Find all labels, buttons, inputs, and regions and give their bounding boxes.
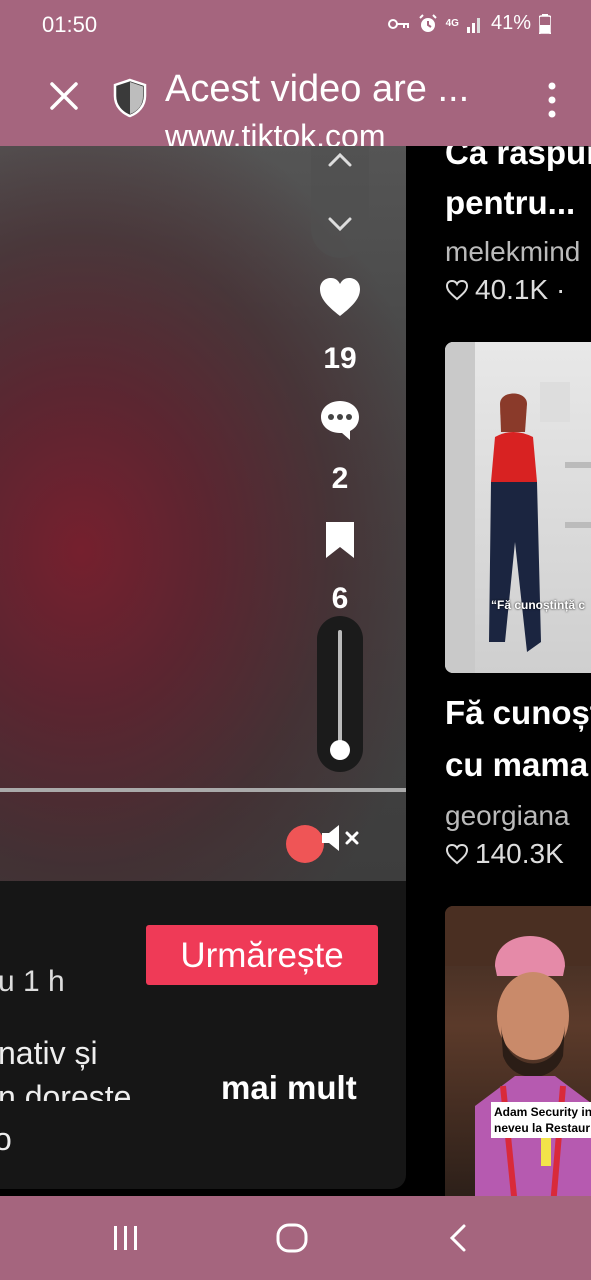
browser-app-bar: Acest video are ... www.tiktok.com [0, 50, 591, 146]
comment-icon [321, 401, 359, 440]
related-thumbnail[interactable]: “Fă cunoștință c [445, 342, 591, 673]
page-title: Acest video are ... [165, 68, 470, 110]
status-icons: 4G 41% [387, 12, 551, 35]
description-line: nativ și [0, 1035, 98, 1071]
close-icon[interactable] [46, 78, 82, 114]
description-line: n doreste [0, 1079, 132, 1101]
post-time: u 1 h [0, 965, 65, 998]
battery-icon [539, 13, 551, 34]
key-icon [387, 18, 409, 29]
related-thumbnail[interactable]: Adam Security in neveu la Restaur [445, 906, 591, 1196]
status-time: 01:50 [42, 12, 98, 37]
related-title[interactable]: Ca raspun [445, 146, 591, 172]
like-button[interactable] [310, 276, 370, 323]
related-username[interactable]: georgiana [445, 800, 570, 832]
bookmark-icon [326, 522, 354, 558]
related-username[interactable]: melekmind [445, 236, 580, 268]
related-title[interactable]: pentru... [445, 184, 575, 222]
thumbnail-caption: Adam Security in neveu la Restaur [491, 1102, 591, 1138]
description-line: o [0, 1121, 12, 1157]
save-count: 6 [331, 582, 349, 615]
system-nav-bar [0, 1196, 591, 1280]
like-count: 19 [323, 342, 357, 375]
record-indicator [286, 825, 324, 863]
back-icon[interactable] [442, 1222, 472, 1254]
muted-speaker-icon[interactable] [320, 822, 364, 854]
heart-outline-icon [445, 279, 469, 301]
shield-icon[interactable] [112, 78, 148, 118]
recent-apps-icon[interactable] [110, 1222, 142, 1254]
related-likes: 140.3K [445, 838, 564, 870]
home-icon[interactable] [275, 1222, 309, 1254]
alarm-icon [418, 13, 437, 32]
status-bar: 01:50 4G 41% [0, 0, 591, 50]
video-nav-pill [311, 146, 369, 258]
video-info-panel: Urmărește u 1 h nativ și n doreste o mai… [0, 881, 406, 1189]
page-url: www.tiktok.com [165, 118, 386, 146]
volume-track [338, 630, 342, 748]
volume-slider[interactable] [317, 616, 363, 772]
battery-percent: 41% [490, 12, 531, 34]
more-link[interactable]: mai mult [221, 1069, 357, 1107]
comment-button[interactable] [310, 398, 370, 447]
chevron-up-icon[interactable] [326, 150, 354, 170]
volume-knob[interactable] [330, 740, 350, 760]
save-button[interactable] [310, 520, 370, 565]
related-videos-column: Ca raspun pentru... melekmind 40.1K · “F… [445, 146, 591, 1196]
signal-icon [466, 17, 480, 33]
heart-icon [320, 278, 360, 316]
related-title[interactable]: cu mama [445, 746, 588, 784]
thumbnail-caption: “Fă cunoștință c [491, 598, 586, 612]
video-player[interactable]: 19 2 6 [0, 146, 406, 881]
man-figure [445, 906, 591, 1196]
video-progress-bar[interactable] [0, 788, 406, 792]
related-title[interactable]: Fă cunoșt [445, 694, 591, 732]
follow-button[interactable]: Urmărește [146, 925, 378, 985]
related-likes: 40.1K · [445, 274, 565, 306]
chevron-down-icon[interactable] [326, 214, 354, 234]
network-type: 4G [445, 18, 459, 29]
woman-figure [445, 342, 591, 673]
heart-outline-icon [445, 843, 469, 865]
comment-count: 2 [331, 462, 349, 495]
more-options-icon[interactable] [540, 80, 564, 120]
